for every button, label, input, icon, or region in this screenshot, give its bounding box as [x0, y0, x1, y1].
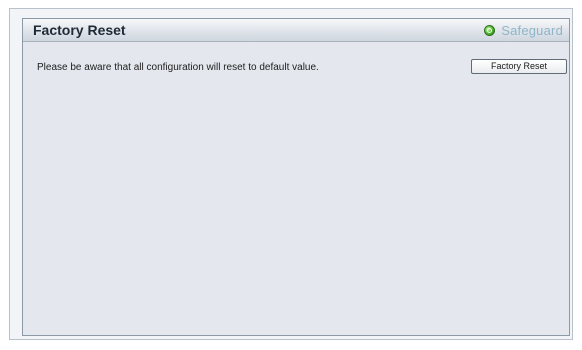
reset-notice-text: Please be aware that all configuration w…	[37, 62, 319, 73]
panel-content: Please be aware that all configuration w…	[23, 42, 569, 335]
factory-reset-button[interactable]: Factory Reset	[471, 59, 567, 74]
panel-title-bar: Factory Reset Safeguard	[23, 19, 569, 42]
page: Factory Reset Safeguard Please be aware …	[0, 0, 582, 350]
safeguard-indicator: Safeguard	[484, 22, 563, 38]
factory-reset-panel: Factory Reset Safeguard Please be aware …	[22, 18, 570, 336]
safeguard-label: Safeguard	[501, 22, 563, 38]
status-led-icon	[484, 24, 496, 36]
page-title: Factory Reset	[33, 22, 126, 38]
